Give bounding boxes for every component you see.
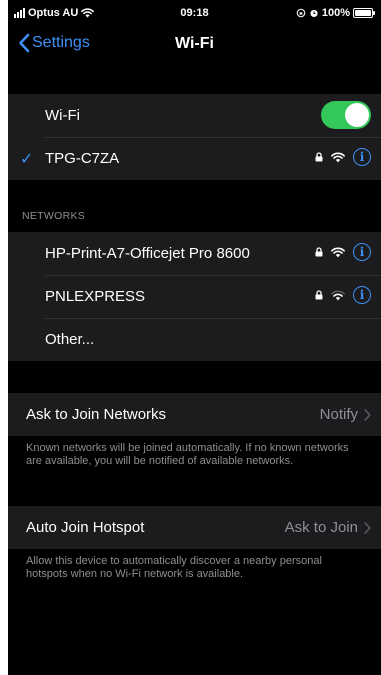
status-bar: Optus AU 09:18 100% — [8, 0, 381, 28]
lock-icon — [315, 152, 323, 162]
wifi-signal-weak-icon — [331, 290, 345, 300]
network-row[interactable]: HP-Print-A7-Officejet Pro 8600 i — [8, 232, 381, 275]
lock-icon — [315, 247, 323, 257]
wifi-toggle[interactable] — [321, 101, 371, 129]
orientation-lock-icon — [296, 8, 306, 18]
wifi-signal-icon — [331, 247, 345, 257]
network-accessories: i — [315, 148, 371, 166]
wifi-label: Wi-Fi — [45, 107, 80, 124]
other-network-row[interactable]: Other... — [8, 318, 381, 361]
wifi-signal-icon — [331, 152, 345, 162]
network-accessories: i — [315, 243, 371, 261]
auto-join-hotspot-value-wrap: Ask to Join — [285, 519, 371, 536]
auto-join-hotspot-value: Ask to Join — [284, 519, 358, 536]
network-accessories: i — [315, 286, 371, 304]
auto-join-hotspot-group: Auto Join Hotspot Ask to Join — [8, 506, 381, 549]
page-title: Wi-Fi — [175, 35, 214, 52]
connected-network-row[interactable]: ✓ TPG-C7ZA i — [8, 137, 381, 180]
chevron-right-icon — [364, 408, 371, 421]
auto-join-hotspot-footnote: Allow this device to automatically disco… — [26, 555, 322, 580]
ask-to-join-footnote: Known networks will be joined automatica… — [26, 442, 349, 467]
navigation-bar: Settings Wi-Fi — [8, 28, 381, 64]
ask-to-join-label: Ask to Join Networks — [26, 406, 167, 423]
ask-to-join-value: Notify — [319, 406, 358, 423]
auto-join-hotspot-row[interactable]: Auto Join Hotspot Ask to Join — [8, 506, 381, 549]
auto-join-hotspot-label: Auto Join Hotspot — [26, 519, 145, 536]
other-network-label: Other... — [45, 331, 95, 348]
ask-to-join-group: Ask to Join Networks Notify — [8, 393, 381, 436]
networks-group: HP-Print-A7-Officejet Pro 8600 i PNLEXPR… — [8, 232, 381, 361]
network-name: HP-Print-A7-Officejet Pro 8600 — [45, 245, 250, 262]
ask-to-join-row[interactable]: Ask to Join Networks Notify — [8, 393, 381, 436]
alarm-icon — [310, 9, 318, 17]
status-right: 100% — [296, 7, 375, 19]
lock-icon — [315, 290, 323, 300]
info-icon[interactable]: i — [353, 148, 371, 166]
networks-section-header: NETWORKS — [22, 210, 86, 222]
network-name: PNLEXPRESS — [45, 288, 146, 305]
chevron-right-icon — [364, 521, 371, 534]
wifi-settings-screen: Optus AU 09:18 100% Settings Wi-Fi Wi-Fi… — [8, 0, 381, 675]
wifi-group: Wi-Fi ✓ TPG-C7ZA i — [8, 94, 381, 180]
wifi-toggle-row: Wi-Fi — [8, 94, 381, 137]
info-icon[interactable]: i — [353, 286, 371, 304]
battery-icon — [353, 8, 375, 18]
battery-percentage: 100% — [321, 7, 350, 19]
network-row[interactable]: PNLEXPRESS i — [8, 275, 381, 318]
ask-to-join-value-wrap: Notify — [320, 406, 371, 423]
info-icon[interactable]: i — [353, 243, 371, 261]
connected-network-name: TPG-C7ZA — [45, 150, 120, 167]
checkmark-icon: ✓ — [20, 151, 34, 168]
